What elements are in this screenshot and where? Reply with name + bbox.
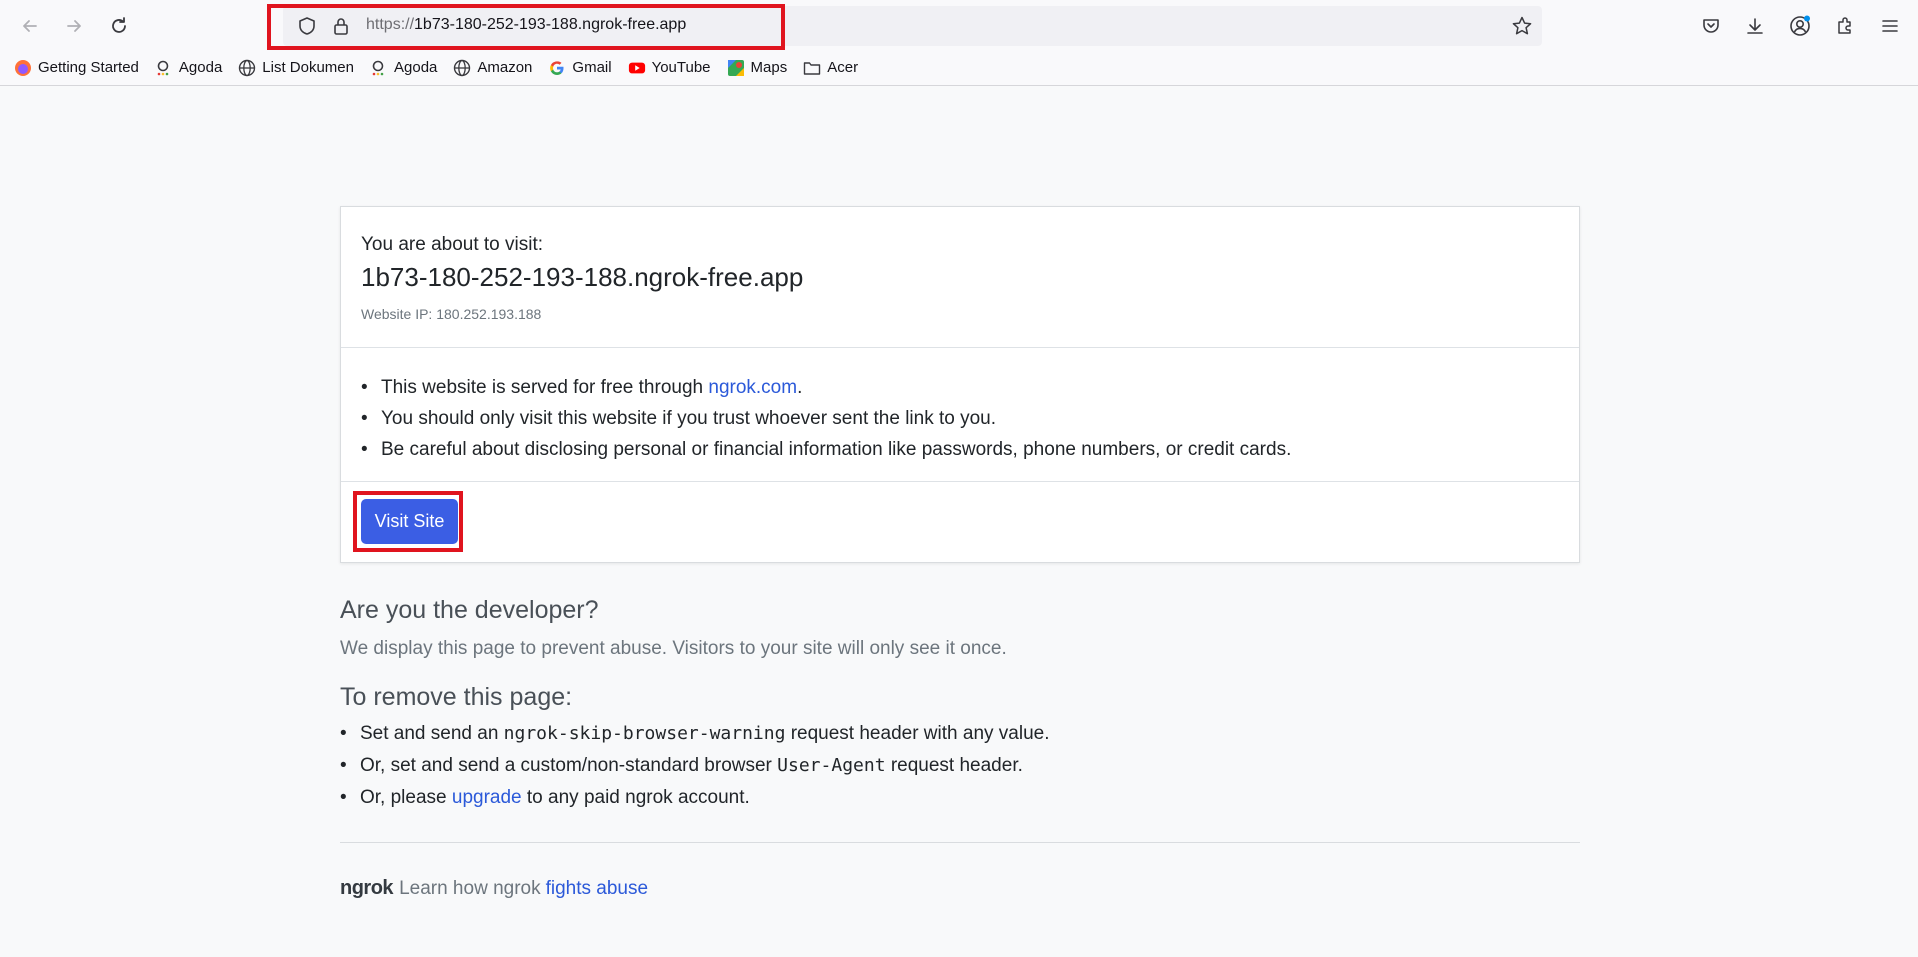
- bookmark-gmail[interactable]: Gmail: [548, 59, 612, 77]
- download-icon[interactable]: [1740, 11, 1770, 41]
- back-arrow-icon[interactable]: [14, 10, 46, 42]
- forward-arrow-icon[interactable]: [58, 10, 90, 42]
- remove-page-heading: To remove this page:: [340, 683, 573, 711]
- list-item: You should only visit this website if yo…: [361, 403, 1291, 434]
- bookmark-agoda[interactable]: Agoda: [370, 59, 437, 77]
- firefox-icon: [14, 59, 32, 77]
- list-item: Set and send an ngrok-skip-browser-warni…: [340, 718, 1050, 750]
- remove-instructions-list: Set and send an ngrok-skip-browser-warni…: [340, 718, 1050, 814]
- instruction-text: Set and send an: [360, 723, 504, 744]
- developer-heading: Are you the developer?: [340, 596, 599, 624]
- website-ip: Website IP: 180.252.193.188: [361, 306, 542, 322]
- account-icon[interactable]: [1785, 11, 1815, 41]
- footer-text: Learn how ngrok: [399, 877, 541, 899]
- bookmark-list-dokumen[interactable]: List Dokumen: [238, 59, 354, 77]
- warning-text: This website is served for free through: [381, 377, 709, 398]
- list-item: This website is served for free through …: [361, 372, 1291, 403]
- developer-description: We display this page to prevent abuse. V…: [340, 638, 1007, 659]
- maps-icon: [727, 59, 745, 77]
- list-item: Be careful about disclosing personal or …: [361, 434, 1291, 465]
- star-icon[interactable]: [1510, 14, 1534, 38]
- pocket-icon[interactable]: [1696, 11, 1726, 41]
- instruction-text: Or, please: [360, 787, 452, 808]
- upgrade-link[interactable]: upgrade: [452, 787, 522, 808]
- bookmark-label: List Dokumen: [262, 59, 354, 76]
- bookmark-label: Agoda: [178, 59, 223, 76]
- bookmark-label: Maps: [750, 59, 788, 76]
- reload-icon[interactable]: [103, 10, 135, 42]
- instruction-text: Or, set and send a custom/non-standard b…: [360, 755, 778, 776]
- bookmark-youtube[interactable]: YouTube: [628, 59, 711, 77]
- url-highlight-box: [267, 4, 785, 50]
- card-warnings: This website is served for free through …: [341, 348, 1579, 482]
- page-footer: ngrok Learn how ngrok fights abuse: [340, 877, 648, 900]
- globe-icon: [453, 59, 471, 77]
- ngrok-link[interactable]: ngrok.com: [708, 377, 797, 398]
- instruction-text: to any paid ngrok account.: [521, 787, 750, 808]
- site-hostname: 1b73-180-252-193-188.ngrok-free.app: [361, 262, 804, 292]
- card-footer: Visit Site: [341, 482, 1579, 564]
- bookmark-getting-started[interactable]: Getting Started: [14, 59, 139, 77]
- list-item: Or, please upgrade to any paid ngrok acc…: [340, 782, 1050, 814]
- browser-toolbar: https://1b73-180-252-193-188.ngrok-free.…: [0, 0, 1918, 50]
- youtube-icon: [628, 59, 646, 77]
- about-to-visit-label: You are about to visit:: [361, 234, 544, 255]
- warning-text: .: [797, 377, 803, 398]
- visit-site-button[interactable]: Visit Site: [361, 499, 458, 544]
- bookmark-amazon[interactable]: Amazon: [453, 59, 532, 77]
- warning-list: This website is served for free through …: [361, 372, 1291, 465]
- instruction-text: request header.: [885, 755, 1023, 776]
- bookmark-agoda[interactable]: Agoda: [155, 59, 222, 77]
- bookmark-label: YouTube: [651, 59, 711, 76]
- agoda-icon: [155, 59, 173, 77]
- warning-card: You are about to visit: 1b73-180-252-193…: [340, 206, 1580, 563]
- divider: [340, 842, 1580, 843]
- bookmark-acer[interactable]: Acer: [803, 59, 858, 77]
- agoda-icon: [370, 59, 388, 77]
- puzzle-icon[interactable]: [1830, 11, 1860, 41]
- hamburger-menu-icon[interactable]: [1875, 11, 1905, 41]
- header-code: ngrok-skip-browser-warning: [503, 723, 786, 744]
- globe-icon: [238, 59, 256, 77]
- bookmark-label: Getting Started: [38, 59, 139, 76]
- ngrok-logo: ngrok: [340, 877, 394, 899]
- bookmark-label: Amazon: [477, 59, 533, 76]
- bookmark-label: Gmail: [572, 59, 612, 76]
- folder-icon: [803, 59, 821, 77]
- user-agent-code: User-Agent: [777, 755, 886, 776]
- google-icon: [548, 59, 566, 77]
- list-item: Or, set and send a custom/non-standard b…: [340, 750, 1050, 782]
- bookmarks-bar: Getting Started Agoda List Dokumen Agoda…: [0, 50, 1918, 86]
- instruction-text: request header with any value.: [785, 723, 1050, 744]
- fights-abuse-link[interactable]: fights abuse: [546, 878, 648, 900]
- bookmark-label: Agoda: [394, 59, 438, 76]
- bookmark-label: Acer: [827, 59, 859, 76]
- card-header: You are about to visit: 1b73-180-252-193…: [341, 207, 1579, 348]
- bookmark-maps[interactable]: Maps: [727, 59, 788, 77]
